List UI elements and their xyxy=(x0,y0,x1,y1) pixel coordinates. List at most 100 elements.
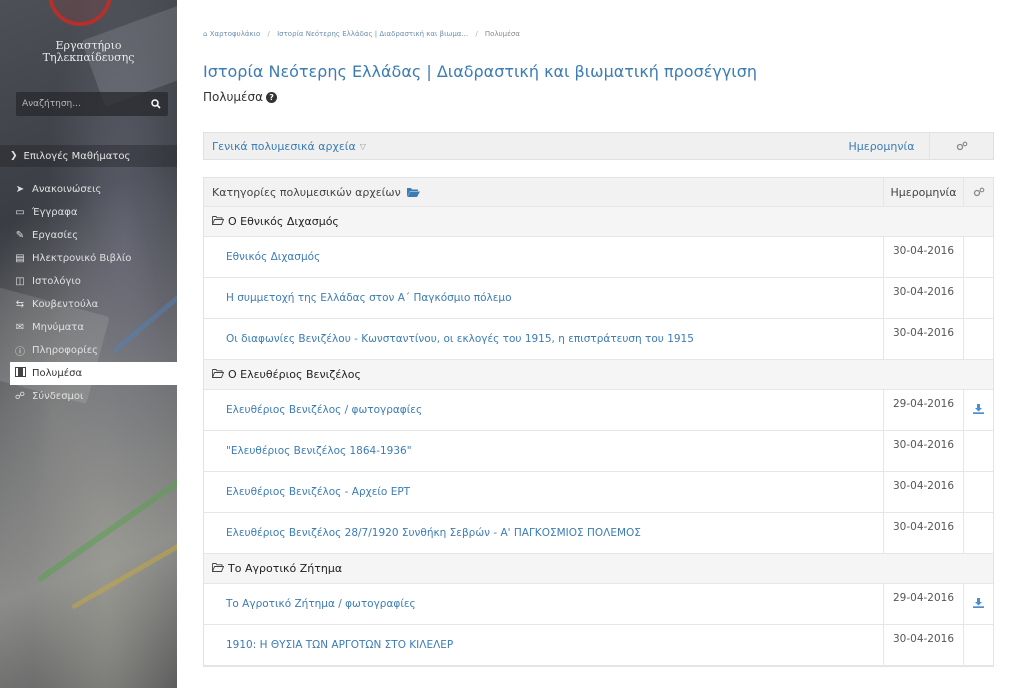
header-date[interactable]: Ημερομηνία xyxy=(883,178,963,206)
book-icon: ▤ xyxy=(15,253,25,264)
media-actions xyxy=(963,584,993,624)
bullhorn-icon: ➤ xyxy=(15,184,25,195)
columns-icon: ◫ xyxy=(15,276,25,287)
page-subtitle: Πολυμέσα ? xyxy=(203,90,278,104)
background-decoration xyxy=(70,515,177,610)
sidebar-item-label: Εργασίες xyxy=(32,230,79,241)
pencil-icon: ✎ xyxy=(15,230,25,241)
folder-open-icon xyxy=(212,368,225,381)
envelope-icon: ✉ xyxy=(15,322,25,333)
search-input[interactable] xyxy=(16,92,144,116)
category-name: Ο Ελευθέριος Βενιζέλος xyxy=(228,368,361,381)
table-row: Εθνικός Διχασμός 30-04-2016 xyxy=(204,237,993,278)
sidebar-item-label: Πληροφορίες xyxy=(32,345,98,356)
media-link[interactable]: Ελευθέριος Βενιζέλος 28/7/1920 Συνθήκη Σ… xyxy=(226,527,641,539)
media-date: 29-04-2016 xyxy=(883,390,963,430)
exchange-icon: ⇆ xyxy=(15,299,25,310)
sidebar-item-multimedia[interactable]: Πολυμέσα xyxy=(10,362,177,385)
header-settings[interactable] xyxy=(963,178,993,206)
table-row: Οι διαφωνίες Βενιζέλου - Κωνσταντίνου, ο… xyxy=(204,319,993,360)
media-link[interactable]: Ελευθέριος Βενιζέλος / φωτογραφίες xyxy=(226,404,422,416)
caret-down-icon: ▽ xyxy=(359,141,366,151)
sidebar-item-messages[interactable]: ✉ Μηνύματα xyxy=(0,316,177,339)
breadcrumb: ⌂ Χαρτοφυλάκιο / Ιστορία Νεότερης Ελλάδα… xyxy=(203,30,520,38)
sidebar-item-label: Πολυμέσα xyxy=(32,368,83,379)
sidebar-item-assignments[interactable]: ✎ Εργασίες xyxy=(0,224,177,247)
sidebar-item-announcements[interactable]: ➤ Ανακοινώσεις xyxy=(0,178,177,201)
media-link[interactable]: 1910: Η ΘΥΣΙΑ ΤΩΝ ΑΡΓΟΤΩΝ ΣΤΟ ΚΙΛΕΛΕΡ xyxy=(226,639,453,651)
category-name-cell: Ο Ελευθέριος Βενιζέλος xyxy=(204,360,993,389)
logo-text: Εργαστήριο Τηλεκπαίδευσης xyxy=(0,40,177,64)
folder-open-icon xyxy=(212,562,225,575)
chevron-down-icon: ❯ xyxy=(10,151,18,161)
sidebar-item-documents[interactable]: ▭ Έγγραφα xyxy=(0,201,177,224)
course-options-toggle[interactable]: ❯ Επιλογές Μαθήματος xyxy=(0,145,177,167)
search-icon xyxy=(151,99,161,109)
breadcrumb-home-link[interactable]: Χαρτοφυλάκιο xyxy=(210,30,261,38)
sidebar-item-blog[interactable]: ◫ Ιστολόγιο xyxy=(0,270,177,293)
media-name-cell: Η συμμετοχή της Ελλάδας στον Α΄ Παγκόσμι… xyxy=(204,278,883,318)
media-link[interactable]: Εθνικός Διχασμός xyxy=(226,251,320,263)
media-name-cell: Ελευθέριος Βενιζέλος 28/7/1920 Συνθήκη Σ… xyxy=(204,513,883,553)
table-row: Ελευθέριος Βενιζέλος 28/7/1920 Συνθήκη Σ… xyxy=(204,513,993,554)
media-actions xyxy=(963,513,993,553)
table-body: Ο Εθνικός Διχασμός Εθνικός Διχασμός 30-04-… xyxy=(204,207,993,666)
categories-table: Κατηγορίες πολυμεσικών αρχείων Ημερομηνί… xyxy=(203,177,994,667)
general-files-box: Γενικά πολυμεσικά αρχεία ▽ Ημερομηνία xyxy=(203,132,994,160)
general-files-date-header[interactable]: Ημερομηνία xyxy=(834,140,929,153)
folder-icon: ▭ xyxy=(15,207,25,218)
media-actions xyxy=(963,278,993,318)
help-icon[interactable]: ? xyxy=(266,91,278,103)
media-link[interactable]: Ελευθέριος Βενιζέλος - Αρχείο ΕΡΤ xyxy=(226,486,410,498)
category-name-cell: Ο Εθνικός Διχασμός xyxy=(204,207,993,236)
category-name: Το Αγροτικό Ζήτημα xyxy=(228,562,343,575)
page-title: Ιστορία Νεότερης Ελλάδας | Διαδραστική κ… xyxy=(203,62,757,81)
table-row: "Ελευθέριος Βενιζέλος 1864-1936" 30-04-20… xyxy=(204,431,993,472)
media-name-cell: Ελευθέριος Βενιζέλος / φωτογραφίες xyxy=(204,390,883,430)
media-date: 30-04-2016 xyxy=(883,319,963,359)
category-row: Ο Ελευθέριος Βενιζέλος xyxy=(204,360,993,390)
media-link[interactable]: Το Αγροτικό Ζήτημα / φωτογραφίες xyxy=(226,598,416,610)
media-link[interactable]: Η συμμετοχή της Ελλάδας στον Α΄ Παγκόσμι… xyxy=(226,292,512,304)
sidebar-item-links[interactable]: ☍ Σύνδεσμοι xyxy=(0,385,177,408)
media-actions xyxy=(963,625,993,665)
logo-line-2: Τηλεκπαίδευσης xyxy=(42,51,135,64)
breadcrumb-current: Πολυμέσα xyxy=(484,30,520,38)
table-row: Ελευθέριος Βενιζέλος / φωτογραφίες 29-04-… xyxy=(204,390,993,431)
info-icon: ⓘ xyxy=(15,347,25,358)
media-name-cell: 1910: Η ΘΥΣΙΑ ΤΩΝ ΑΡΓΟΤΩΝ ΣΤΟ ΚΙΛΕΛΕΡ xyxy=(204,625,883,665)
table-row: 1910: Η ΘΥΣΙΑ ΤΩΝ ΑΡΓΟΤΩΝ ΣΤΟ ΚΙΛΕΛΕΡ 30-… xyxy=(204,625,993,666)
media-name-cell: Ελευθέριος Βενιζέλος - Αρχείο ΕΡΤ xyxy=(204,472,883,512)
media-link[interactable]: Οι διαφωνίες Βενιζέλου - Κωνσταντίνου, ο… xyxy=(226,333,694,345)
media-actions xyxy=(963,431,993,471)
download-icon[interactable] xyxy=(973,403,984,417)
home-icon: ⌂ xyxy=(203,30,208,38)
breadcrumb-separator: / xyxy=(475,30,478,38)
header-name-cell: Κατηγορίες πολυμεσικών αρχείων xyxy=(204,178,883,206)
breadcrumb-course-link[interactable]: Ιστορία Νεότερης Ελλάδας | Διαδραστική κ… xyxy=(277,30,468,38)
table-row: Η συμμετοχή της Ελλάδας στον Α΄ Παγκόσμι… xyxy=(204,278,993,319)
sidebar-item-label: Κουβεντούλα xyxy=(32,299,99,310)
search-button[interactable] xyxy=(144,92,168,116)
media-date: 30-04-2016 xyxy=(883,625,963,665)
sidebar-item-info[interactable]: ⓘ Πληροφορίες xyxy=(0,339,177,362)
category-row: Το Αγροτικό Ζήτημα xyxy=(204,554,993,584)
media-actions xyxy=(963,472,993,512)
sidebar-item-label: Ηλεκτρονικό Βιβλίο xyxy=(32,253,132,264)
media-link[interactable]: "Ελευθέριος Βενιζέλος 1864-1936" xyxy=(226,445,412,457)
folder-open-icon xyxy=(406,188,420,197)
sidebar-item-chat[interactable]: ⇆ Κουβεντούλα xyxy=(0,293,177,316)
sidebar-search xyxy=(16,92,168,116)
general-files-toggle[interactable]: Γενικά πολυμεσικά αρχεία ▽ xyxy=(204,140,834,153)
sidebar-item-ebook[interactable]: ▤ Ηλεκτρονικό Βιβλίο xyxy=(0,247,177,270)
general-files-settings[interactable] xyxy=(929,133,993,159)
sidebar-item-label: Έγγραφα xyxy=(32,207,78,218)
gears-icon xyxy=(973,187,984,197)
general-files-title: Γενικά πολυμεσικά αρχεία xyxy=(212,139,356,153)
category-name-cell: Το Αγροτικό Ζήτημα xyxy=(204,554,993,583)
media-date: 30-04-2016 xyxy=(883,278,963,318)
media-name-cell: "Ελευθέριος Βενιζέλος 1864-1936" xyxy=(204,431,883,471)
media-date: 30-04-2016 xyxy=(883,237,963,277)
download-icon[interactable] xyxy=(973,597,984,611)
media-actions xyxy=(963,319,993,359)
